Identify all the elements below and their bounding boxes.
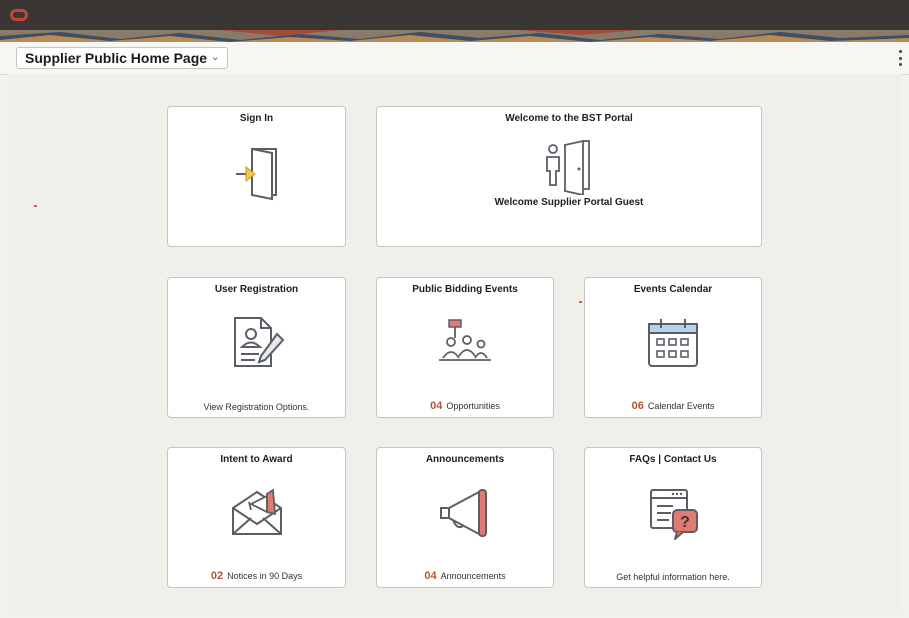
megaphone-icon bbox=[440, 489, 487, 537]
tile-title: User Registration bbox=[214, 284, 299, 295]
faq-help-icon: ? bbox=[650, 489, 698, 540]
tile-title: Intent to Award bbox=[220, 454, 293, 465]
tile-events-calendar[interactable]: Events Calendar 06 Calendar Events bbox=[584, 277, 762, 418]
tile-sign-in[interactable]: Sign In bbox=[167, 106, 346, 247]
tile-footer: 02 Notices in 90 Days bbox=[168, 570, 345, 582]
decorative-speck bbox=[34, 205, 37, 207]
tile-footer: Get helpful information here. bbox=[585, 572, 761, 582]
oracle-logo[interactable] bbox=[10, 9, 28, 21]
tile-title: Welcome to the BST Portal bbox=[505, 113, 633, 124]
welcome-subtitle: Welcome Supplier Portal Guest bbox=[494, 197, 644, 208]
decorative-speck bbox=[579, 301, 582, 303]
svg-text:?: ? bbox=[680, 514, 690, 531]
tile-footer-text: Opportunities bbox=[446, 401, 500, 411]
sign-in-door-icon bbox=[235, 147, 277, 201]
registration-form-icon bbox=[233, 317, 284, 367]
tile-intent-to-award[interactable]: Intent to Award 02 Notices in 90 Days bbox=[167, 447, 346, 588]
tile-title: FAQs | Contact Us bbox=[629, 454, 717, 465]
calendar-icon bbox=[648, 319, 698, 367]
tile-footer: 04 Announcements bbox=[377, 570, 553, 582]
award-envelope-icon bbox=[231, 488, 282, 535]
tile-public-bidding-events[interactable]: Public Bidding Events 04 Opportunities bbox=[376, 277, 554, 418]
top-bar bbox=[0, 0, 909, 30]
tile-footer-text: Get helpful information here. bbox=[616, 572, 730, 582]
tile-title: Sign In bbox=[239, 113, 274, 124]
tile-footer-text: View Registration Options. bbox=[203, 402, 310, 412]
bidding-people-icon bbox=[439, 319, 491, 361]
tile-title: Events Calendar bbox=[633, 284, 713, 295]
count-badge: 04 bbox=[424, 570, 437, 582]
count-badge: 04 bbox=[430, 400, 443, 412]
tile-title: Announcements bbox=[425, 454, 505, 465]
tile-welcome[interactable]: Welcome to the BST Portal Welcome Suppli… bbox=[376, 106, 762, 247]
page-header: Supplier Public Home Page ⌄ bbox=[0, 42, 909, 75]
tile-title: Public Bidding Events bbox=[412, 284, 518, 295]
decorative-banner bbox=[0, 30, 909, 42]
tile-footer: 06 Calendar Events bbox=[585, 400, 761, 412]
chevron-down-icon: ⌄ bbox=[211, 52, 220, 63]
count-badge: 02 bbox=[210, 570, 224, 582]
tile-footer: View Registration Options. bbox=[168, 402, 345, 412]
page-title-dropdown[interactable]: Supplier Public Home Page ⌄ bbox=[16, 47, 229, 69]
tile-footer: 04 Opportunities bbox=[377, 400, 553, 412]
count-badge: 06 bbox=[631, 400, 644, 412]
tile-grid: Sign In Welcome to the BST Portal Welcom… bbox=[8, 74, 901, 614]
welcome-person-door-icon bbox=[546, 139, 590, 195]
tile-footer-text: Announcements bbox=[440, 571, 506, 581]
tile-announcements[interactable]: Announcements 04 Announcements bbox=[376, 447, 554, 588]
tile-footer-text: Notices in 90 Days bbox=[227, 571, 303, 581]
tile-user-registration[interactable]: User Registration View Registration Opti… bbox=[167, 277, 346, 418]
kebab-menu-icon[interactable] bbox=[897, 50, 903, 66]
page-title: Supplier Public Home Page bbox=[25, 50, 208, 66]
tile-faqs-contact-us[interactable]: FAQs | Contact Us ? Get helpful informat… bbox=[584, 447, 762, 588]
tile-footer-text: Calendar Events bbox=[647, 401, 715, 411]
